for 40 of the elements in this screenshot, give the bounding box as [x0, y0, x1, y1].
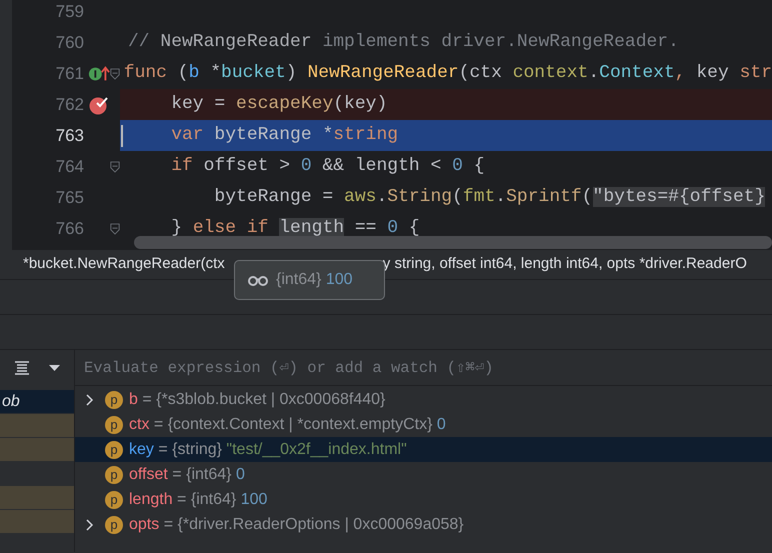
variable-entry: length = {int64} 100: [129, 490, 268, 510]
variable-entry: b = {*s3blob.bucket | 0xc00068f440}: [129, 390, 386, 410]
list-icon[interactable]: [15, 361, 29, 375]
code-line: func (b *bucket) NewRangeReader(ctx context.Context, key str: [124, 62, 772, 85]
text-caret: [121, 124, 123, 146]
variable-entry: key = {string} "test/__0x2f__index.html": [129, 440, 407, 460]
breadcrumb-text[interactable]: *bucket.NewRangeReader(ctx: [23, 253, 225, 276]
code-line: key = escapeKey(key): [170, 93, 388, 116]
fold-icon[interactable]: [110, 160, 120, 174]
frame-label: ob: [2, 392, 20, 412]
caret-icon[interactable]: [49, 365, 60, 371]
parameter-badge: p: [105, 390, 123, 408]
fold-icon[interactable]: [110, 66, 120, 80]
variable-entry: ctx = {context.Context | *context.emptyCtx} 0: [129, 414, 446, 434]
parameter-badge: p: [105, 466, 123, 484]
variable-entry: offset = {int64} 0: [129, 464, 245, 484]
line-number: 763: [56, 126, 84, 145]
line-number: 759: [56, 2, 84, 21]
parameter-badge: p: [105, 416, 123, 434]
line-number: 762: [56, 94, 84, 114]
line-number: 760: [56, 32, 84, 52]
code-line: byteRange = aws.String(fmt.Sprintf("bytes=#{offset}: [213, 186, 766, 209]
variable-entry: opts = {*driver.ReaderOptions | 0xc00069a058}: [129, 514, 464, 534]
line-number: 765: [56, 188, 84, 207]
parameter-badge: p: [105, 516, 123, 534]
frame-row[interactable]: ob: [0, 390, 74, 414]
fold-icon[interactable]: [110, 222, 120, 236]
parameter-badge: p: [105, 440, 123, 458]
parameter-badge: p: [105, 490, 123, 508]
code-line: if offset > 0 && length < 0 {: [170, 155, 485, 178]
horizontal-scrollbar[interactable]: [134, 236, 772, 249]
glasses-icon: [248, 274, 268, 286]
line-number: 761: [56, 64, 84, 83]
line-number: 766: [56, 218, 84, 238]
line-number: 764: [56, 156, 84, 176]
code-line: var byteRange *string: [170, 124, 398, 147]
breakpoint-icon[interactable]: [89, 94, 109, 114]
implements-marker-icon[interactable]: [88, 64, 110, 82]
code-line: // NewRangeReader implements driver.NewRangeReader.: [128, 31, 679, 54]
tooltip-value: {int64} 100: [276, 270, 353, 290]
